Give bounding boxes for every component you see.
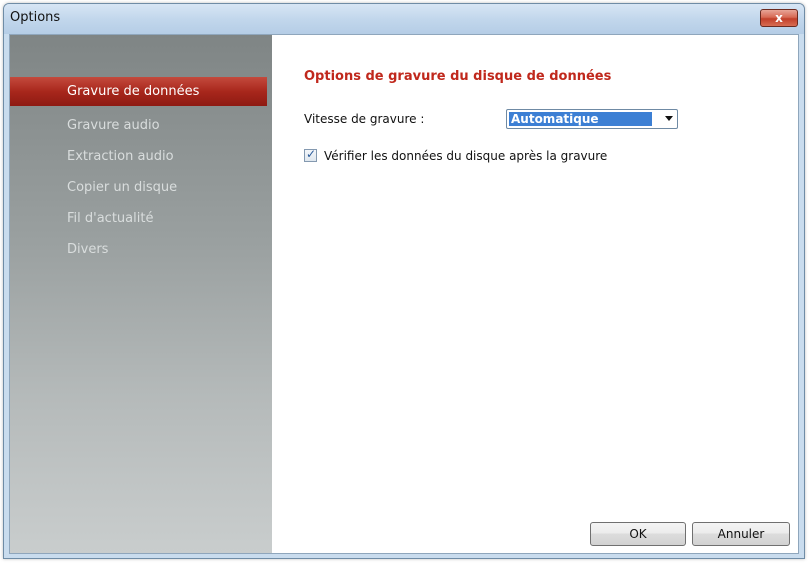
sidebar-item-gravure-audio[interactable]: Gravure audio	[10, 111, 267, 140]
sidebar-item-gravure-donnees[interactable]: Gravure de données	[10, 77, 267, 106]
sidebar-item-extraction-audio[interactable]: Extraction audio	[10, 142, 267, 171]
checkmark-icon: ✓	[306, 147, 317, 161]
sidebar: Gravure de données Gravure audio Extract…	[10, 35, 272, 553]
close-button[interactable]: x	[760, 9, 798, 27]
section-title: Options de gravure du disque de données	[304, 69, 612, 84]
window-title: Options	[10, 10, 61, 25]
dialog-body: Gravure de données Gravure audio Extract…	[9, 34, 799, 554]
ok-button[interactable]: OK	[590, 522, 686, 546]
sidebar-item-copier-disque[interactable]: Copier un disque	[10, 173, 267, 202]
chevron-down-icon	[665, 116, 673, 121]
speed-select[interactable]: Automatique	[506, 109, 678, 129]
verify-checkbox[interactable]: ✓	[304, 147, 317, 162]
sidebar-item-divers[interactable]: Divers	[10, 235, 267, 264]
sidebar-item-fil-actualite[interactable]: Fil d'actualité	[10, 204, 267, 233]
cancel-button[interactable]: Annuler	[692, 522, 790, 546]
title-bar[interactable]: Options x	[4, 4, 804, 34]
main-panel: Options de gravure du disque de données …	[272, 35, 798, 553]
options-window: Options x Gravure de données Gravure aud…	[3, 3, 805, 559]
verify-label[interactable]: Vérifier les données du disque après la …	[324, 149, 607, 163]
close-icon: x	[775, 11, 783, 25]
speed-label: Vitesse de gravure :	[304, 112, 425, 126]
speed-select-value: Automatique	[509, 112, 652, 126]
